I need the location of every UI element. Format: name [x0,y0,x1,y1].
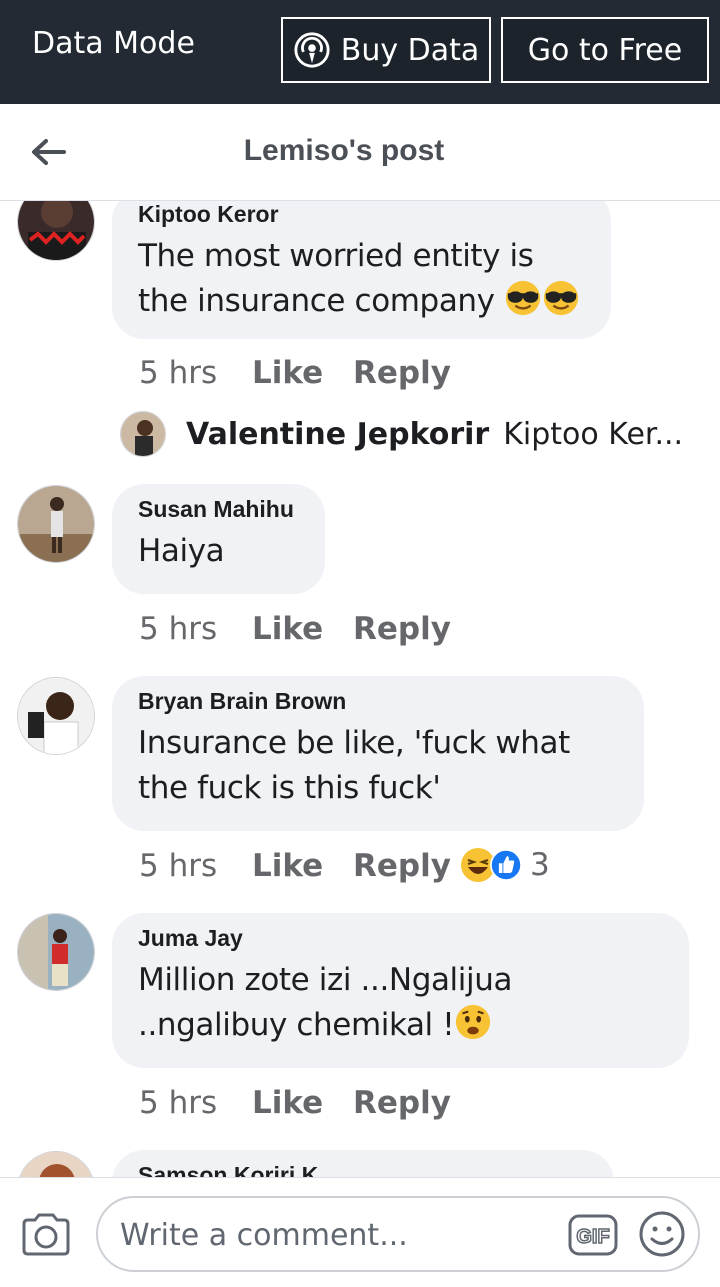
comment-text: Million zote izi ...Ngalijua ..ngalibuy … [138,962,513,1043]
comment-author[interactable]: Samson Koriri K [138,1162,588,1177]
comment-bubble[interactable]: Kiptoo Keror The most worried entity is … [112,201,611,339]
broadcast-icon [294,32,330,68]
comment-bubble[interactable]: Susan Mahihu Haiya [112,484,325,594]
comment-time: 5 hrs [139,848,218,884]
reaction-count: 3 [530,847,550,883]
avatar[interactable] [17,485,95,563]
buy-data-label: Buy Data [340,32,480,68]
like-icon [490,849,522,881]
comment-time: 5 hrs [139,611,218,647]
reply-button[interactable]: Reply [353,1085,451,1121]
page-title: Lemiso's post [243,134,445,167]
reply-button[interactable]: Reply [353,355,451,391]
comment-time: 5 hrs [139,355,218,391]
worried-emoji-icon [456,1004,491,1040]
like-button[interactable]: Like [252,611,353,647]
like-button[interactable]: Like [252,848,353,884]
comment-author[interactable]: Bryan Brain Brown [138,688,618,715]
comment-actions: 5 hrs Like Reply [139,1085,451,1121]
avatar[interactable] [17,1151,95,1177]
comment-author[interactable]: Susan Mahihu [138,496,299,523]
comment-list[interactable]: Kiptoo Keror The most worried entity is … [0,201,720,1177]
reply-button[interactable]: Reply [353,848,451,884]
reply-author[interactable]: Valentine Jepkorir [186,417,489,452]
comment-text: Insurance be like, 'fuck what the fuck i… [138,725,570,806]
comment-time: 5 hrs [139,1085,218,1121]
post-header: Lemiso's post [0,104,720,201]
comment-author[interactable]: Kiptoo Keror [138,201,585,228]
comment-actions: 5 hrs Like Reply [139,848,451,884]
like-button[interactable]: Like [252,355,353,391]
comment-actions: 5 hrs Like Reply [139,355,451,391]
emoji-smile-icon[interactable] [638,1210,686,1258]
comment-composer: GIF [0,1177,720,1287]
sunglasses-emoji-icon [505,280,541,316]
camera-icon[interactable] [20,1212,72,1256]
reply-text: Kiptoo Ker... [503,416,684,452]
comment-input[interactable] [118,1212,562,1258]
avatar[interactable] [17,677,95,755]
comment-author[interactable]: Juma Jay [138,925,663,952]
gif-icon[interactable]: GIF [568,1214,618,1256]
reply-button[interactable]: Reply [353,611,451,647]
avatar[interactable] [120,411,166,457]
comment-bubble[interactable]: Juma Jay Million zote izi ...Ngalijua ..… [112,913,689,1068]
go-to-free-button[interactable]: Go to Free [501,17,709,83]
data-mode-label: Data Mode [32,26,195,61]
comment-text: Haiya [138,533,225,569]
avatar[interactable] [17,201,95,261]
data-mode-bar: Data Mode Buy Data Go to Free [0,0,720,104]
comment-bubble[interactable]: Bryan Brain Brown Insurance be like, 'fu… [112,676,644,831]
comment-text: The most worried entity is the insurance… [138,234,585,324]
like-button[interactable]: Like [252,1085,353,1121]
avatar[interactable] [17,913,95,991]
reply-preview[interactable]: Valentine Jepkorir Kiptoo Ker... [120,411,683,457]
comment-input-box[interactable]: GIF [96,1196,700,1272]
comment-actions: 5 hrs Like Reply [139,611,451,647]
sunglasses-emoji-icon [543,280,579,316]
go-to-free-label: Go to Free [527,32,683,68]
comment-bubble[interactable]: Samson Koriri K [112,1150,614,1177]
reaction-summary[interactable]: 3 [460,847,550,883]
buy-data-button[interactable]: Buy Data [281,17,491,83]
gif-label: GIF [576,1226,609,1248]
